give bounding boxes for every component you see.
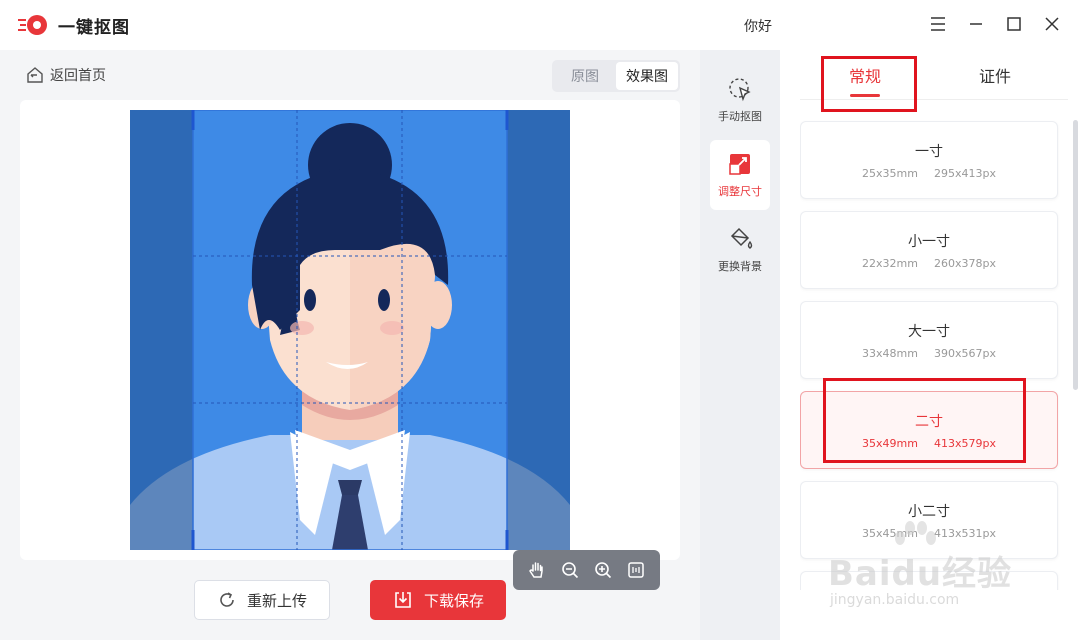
reupload-button[interactable]: 重新上传	[194, 580, 330, 620]
size-name: 小一寸	[908, 234, 950, 250]
tool-manual-cutout-label: 手动抠图	[718, 110, 762, 123]
tool-resize-label: 调整尺寸	[718, 185, 762, 198]
tab-id-photo[interactable]: 证件	[950, 50, 1040, 100]
paint-bucket-icon	[730, 227, 753, 249]
main-panel: 返回首页 原图 效果图 重新上传 下载保存	[0, 50, 700, 640]
tool-sidebar: 手动抠图 调整尺寸 更换背景	[700, 50, 780, 640]
size-card-partial[interactable]	[800, 571, 1058, 590]
size-card[interactable]: 小一寸 22x32mm 260x378px	[800, 211, 1058, 289]
reupload-label: 重新上传	[246, 591, 307, 610]
size-name: 大一寸	[908, 324, 950, 340]
menu-icon[interactable]	[928, 14, 948, 34]
zoom-in-icon[interactable]	[590, 557, 616, 583]
tool-change-background[interactable]: 更换背景	[710, 215, 770, 285]
view-toggle: 原图 效果图	[552, 60, 680, 92]
size-name: 一寸	[915, 144, 943, 160]
maximize-icon[interactable]	[1004, 14, 1024, 34]
back-home-label: 返回首页	[50, 68, 106, 84]
refresh-icon	[220, 592, 234, 607]
zoom-out-icon[interactable]	[557, 557, 583, 583]
original-view-button[interactable]: 原图	[554, 62, 616, 90]
zoom-toolbar	[513, 550, 660, 590]
result-view-button[interactable]: 效果图	[616, 62, 678, 90]
fit-screen-icon[interactable]	[623, 557, 649, 583]
scrollbar[interactable]	[1073, 120, 1078, 390]
size-spec: 35x45mm 413x531px	[862, 527, 996, 540]
download-save-label: 下载保存	[423, 591, 484, 610]
title-bar: 一键抠图 你好	[0, 0, 1080, 50]
download-save-button[interactable]: 下载保存	[370, 580, 506, 620]
size-spec: 22x32mm 260x378px	[862, 257, 996, 270]
size-card[interactable]: 小二寸 35x45mm 413x531px	[800, 481, 1058, 559]
cursor-select-icon	[729, 78, 751, 102]
close-icon[interactable]	[1042, 14, 1062, 34]
annotation-highlight-tab	[821, 56, 917, 112]
user-greeting[interactable]: 你好	[744, 16, 772, 36]
app-logo-icon	[18, 15, 47, 35]
download-icon	[395, 592, 411, 608]
size-card[interactable]: 大一寸 33x48mm 390x567px	[800, 301, 1058, 379]
size-panel: 常规 证件 一寸 25x35mm 295x413px 小一寸 22x32mm 260…	[780, 50, 1080, 640]
tool-change-background-label: 更换背景	[718, 260, 762, 273]
tool-manual-cutout[interactable]: 手动抠图	[710, 65, 770, 135]
size-spec: 25x35mm 295x413px	[862, 167, 996, 180]
portrait-photo[interactable]	[130, 110, 570, 550]
size-list: 一寸 25x35mm 295x413px 小一寸 22x32mm 260x378px…	[800, 120, 1060, 590]
home-icon	[27, 67, 43, 83]
pan-hand-icon[interactable]	[524, 557, 550, 583]
preview-canvas	[20, 100, 680, 590]
size-name: 小二寸	[908, 504, 950, 520]
back-home-button[interactable]: 返回首页	[26, 64, 106, 86]
app-title: 一键抠图	[58, 18, 130, 38]
resize-icon	[729, 154, 750, 175]
size-spec: 33x48mm 390x567px	[862, 347, 996, 360]
minimize-icon[interactable]	[966, 14, 986, 34]
size-card[interactable]: 一寸 25x35mm 295x413px	[800, 121, 1058, 199]
annotation-highlight-card	[823, 378, 1026, 463]
tool-resize[interactable]: 调整尺寸	[710, 140, 770, 210]
